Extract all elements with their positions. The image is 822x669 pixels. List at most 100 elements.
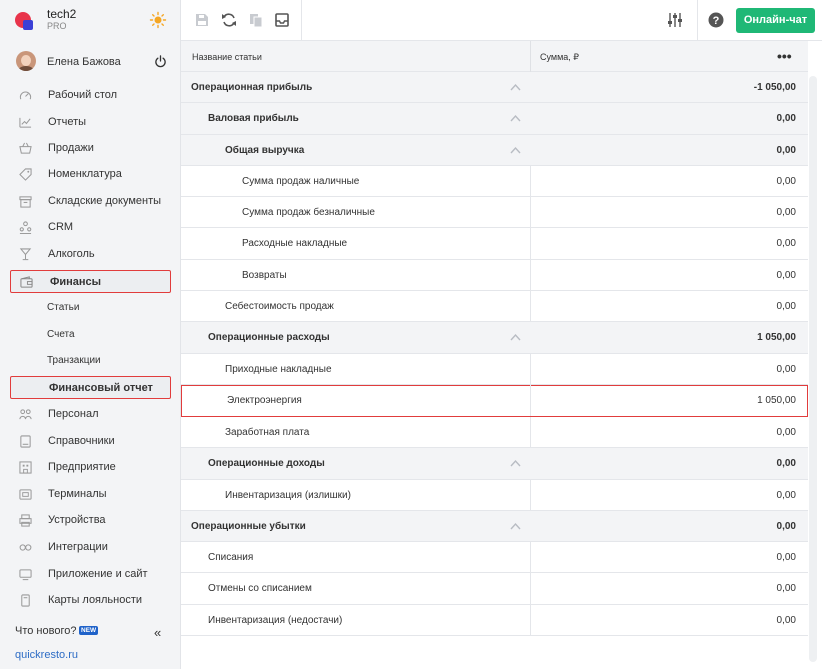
table-row[interactable]: Валовая прибыль 0,00 xyxy=(181,103,808,135)
nav-label: Алкоголь xyxy=(48,248,95,260)
sub-item-articles[interactable]: Статьи xyxy=(0,296,181,320)
sub-item-transactions[interactable]: Транзакции xyxy=(0,349,181,373)
table-row[interactable]: Возвраты 0,00 xyxy=(181,259,808,292)
refresh-icon[interactable] xyxy=(221,12,237,28)
nav-item-nomenclature[interactable]: Номенклатура xyxy=(0,161,181,187)
more-options-icon[interactable]: ••• xyxy=(777,48,792,64)
nav-label: Интеграции xyxy=(48,541,108,553)
people-icon xyxy=(19,221,32,234)
settings-sliders-icon[interactable] xyxy=(667,12,683,28)
nav-item-warehouse-docs[interactable]: Складские документы xyxy=(0,188,181,214)
toolbar: ? Онлайн-чат xyxy=(181,0,822,41)
nav-item-staff[interactable]: Персонал xyxy=(0,401,181,427)
column-separator xyxy=(530,479,531,510)
row-value: 0,00 xyxy=(776,520,796,532)
table-row[interactable]: Инвентаризация (излишки) 0,00 xyxy=(181,479,808,511)
column-header-sum[interactable]: Сумма, ₽ xyxy=(540,52,579,63)
sub-item-accounts[interactable]: Счета xyxy=(0,323,181,347)
nav-label: Персонал xyxy=(48,408,99,420)
staff-icon xyxy=(19,409,32,420)
row-value: 0,00 xyxy=(776,583,796,595)
table-row[interactable]: Себестоимость продаж 0,00 xyxy=(181,291,808,323)
nav-item-terminals[interactable]: Терминалы xyxy=(0,481,181,507)
chevron-up-icon[interactable] xyxy=(510,459,521,467)
scrollbar-thumb[interactable] xyxy=(809,76,817,662)
chevron-up-icon[interactable] xyxy=(510,114,521,122)
chevron-up-icon[interactable] xyxy=(510,146,521,154)
brand[interactable]: tech2 PRO xyxy=(0,0,181,41)
inbox-icon[interactable] xyxy=(274,12,290,28)
nav-item-crm[interactable]: CRM xyxy=(0,214,181,240)
table-row-highlighted[interactable]: Электроэнергия 1 050,00 xyxy=(181,384,808,417)
toolbar-separator xyxy=(301,0,302,41)
column-separator xyxy=(530,416,531,448)
terminal-icon xyxy=(19,489,32,500)
row-value: 0,00 xyxy=(776,458,796,470)
table-row[interactable]: Сумма продаж безналичные 0,00 xyxy=(181,197,808,229)
column-separator xyxy=(530,259,531,291)
table-row[interactable]: Операционные расходы 1 050,00 xyxy=(181,322,808,354)
nav-item-loyalty-cards[interactable]: Карты лояльности xyxy=(0,587,181,613)
table-row[interactable]: Инвентаризация (недостачи) 0,00 xyxy=(181,604,808,637)
table-row[interactable]: Сумма продаж наличные 0,00 xyxy=(181,165,808,198)
table-row[interactable]: Операционная прибыль -1 050,00 xyxy=(181,72,808,104)
column-header-name[interactable]: Название статьи xyxy=(192,52,262,62)
sub-label: Транзакции xyxy=(47,355,101,366)
column-separator xyxy=(530,353,531,384)
whats-new-link[interactable]: Что нового? xyxy=(15,625,76,637)
sub-label: Счета xyxy=(47,329,75,340)
table-row[interactable]: Операционные доходы 0,00 xyxy=(181,448,808,480)
nav-item-integrations[interactable]: Интеграции xyxy=(0,534,181,560)
online-chat-button[interactable]: Онлайн-чат xyxy=(736,8,815,33)
nav-label: Рабочий стол xyxy=(48,89,118,101)
row-value: 0,00 xyxy=(776,426,796,438)
table-row[interactable]: Операционные убытки 0,00 xyxy=(181,510,808,543)
column-separator xyxy=(530,165,531,197)
table-row[interactable]: Расходные накладные 0,00 xyxy=(181,228,808,260)
nav-label: Номенклатура xyxy=(48,168,122,180)
table-row[interactable]: Приходные накладные 0,00 xyxy=(181,353,808,385)
table-row[interactable]: Списания 0,00 xyxy=(181,542,808,574)
nav-item-devices[interactable]: Устройства xyxy=(0,507,181,533)
sub-item-financial-report[interactable]: Финансовый отчет xyxy=(0,376,181,400)
chevron-up-icon[interactable] xyxy=(510,83,521,91)
brand-name: tech2 xyxy=(47,7,77,21)
nav-item-references[interactable]: Справочники xyxy=(0,428,181,454)
sub-label: Финансовый отчет xyxy=(49,382,153,394)
chevron-up-icon[interactable] xyxy=(510,522,521,530)
row-value: 0,00 xyxy=(776,552,796,564)
nav-item-app-site[interactable]: Приложение и сайт xyxy=(0,561,181,587)
power-icon[interactable] xyxy=(154,55,167,68)
book-icon xyxy=(20,435,31,448)
site-link[interactable]: quickresto.ru xyxy=(15,649,78,661)
nav-item-alcohol[interactable]: Алкоголь xyxy=(0,241,181,267)
nav-item-enterprise[interactable]: Предприятие xyxy=(0,454,181,480)
collapse-icon[interactable]: « xyxy=(154,625,161,640)
nav-label: CRM xyxy=(48,221,74,233)
row-value: 0,00 xyxy=(776,144,796,156)
nav-item-sales[interactable]: Продажи xyxy=(0,135,181,161)
nav-item-dashboard[interactable]: Рабочий стол xyxy=(0,82,181,108)
row-name: Приходные накладные xyxy=(225,363,332,375)
row-name: Себестоимость продаж xyxy=(225,301,334,313)
row-name: Сумма продаж безналичные xyxy=(242,207,375,219)
column-separator xyxy=(530,604,531,636)
building-icon xyxy=(19,461,32,474)
sun-icon[interactable] xyxy=(149,11,167,29)
user-panel[interactable]: Елена Бажова xyxy=(0,48,181,76)
help-icon[interactable]: ? xyxy=(708,12,724,28)
nav-item-reports[interactable]: Отчеты xyxy=(0,109,181,135)
row-name: Списания xyxy=(208,552,254,564)
table-row[interactable]: Общая выручка 0,00 xyxy=(181,134,808,166)
chevron-up-icon[interactable] xyxy=(510,333,521,341)
table-row[interactable]: Отмены со списанием 0,00 xyxy=(181,573,808,605)
nav-item-finance[interactable]: Финансы xyxy=(0,269,181,295)
save-icon[interactable] xyxy=(194,12,210,28)
nav-label: Устройства xyxy=(48,514,106,526)
toolbar-separator xyxy=(697,0,698,41)
basket-icon xyxy=(19,142,32,154)
row-name: Операционные убытки xyxy=(191,520,306,532)
column-separator xyxy=(530,291,531,322)
copy-icon[interactable] xyxy=(248,12,264,28)
table-row[interactable]: Заработная плата 0,00 xyxy=(181,416,808,449)
